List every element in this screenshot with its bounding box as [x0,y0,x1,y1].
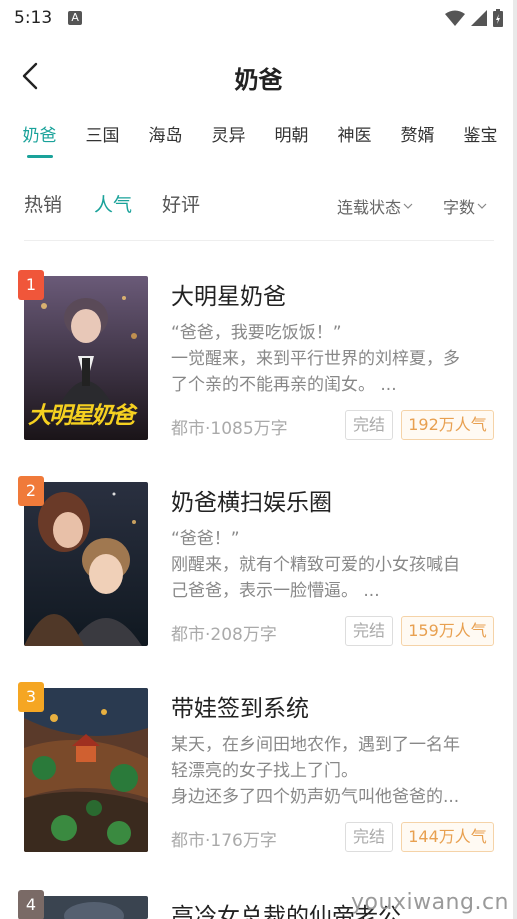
book-description: 某天，在乡间田地农作，遇到了一名年 轻漂亮的女子找上了门。 身边还多了四个奶声奶… [171,732,493,810]
desc-line: 身边还多了四个奶声奶气叫他爸爸的... [171,787,460,807]
book-item[interactable]: 2 奶爸横扫娱乐圈 “爸爸！” 刚醒来，就有个精致可爱的小女孩喊自 己爸爸，表示… [0,476,517,652]
status-icons [445,9,503,27]
chevron-down-icon [477,203,487,209]
rank-badge: 3 [18,682,44,712]
chevron-down-icon [403,203,413,209]
category-tabs: 奶爸 三国 海岛 灵异 明朝 神医 赘婿 鉴宝 [0,118,517,162]
tab-mingchao[interactable]: 明朝 [260,118,323,162]
book-meta: 都市·1085万字 [171,419,288,439]
wifi-icon [445,10,465,26]
status-tag: 完结 [345,822,393,852]
book-meta: 都市·208万字 [171,625,277,645]
popularity-tag: 144万人气 [401,822,494,852]
rank-badge: 4 [18,890,44,919]
popularity-tag: 192万人气 [401,410,494,440]
sort-popular[interactable]: 人气 [94,190,132,217]
book-cover[interactable] [24,482,148,646]
book-cover[interactable] [24,688,148,852]
tab-sanguo[interactable]: 三国 [71,118,134,162]
tab-shenyi[interactable]: 神医 [323,118,386,162]
words-dropdown-label: 字数 [443,198,476,217]
sort-rating[interactable]: 好评 [162,190,200,217]
book-item[interactable]: 1 大明星奶爸 大明星奶爸 “爸爸，我要吃饭饭！” 一觉醒来，来到平行世界的刘梓… [0,270,517,446]
rank-badge: 1 [18,270,44,300]
edge-strip [513,0,517,919]
watermark: youxiwang.cn [351,890,509,915]
status-time: 5:13 [14,8,53,28]
rank-badge: 2 [18,476,44,506]
desc-line: 一觉醒来，来到平行世界的刘梓夏，多 [171,349,460,369]
notification-icon: A [68,11,83,25]
book-title: 大明星奶爸 [171,284,286,310]
book-description: “爸爸，我要吃饭饭！” 一觉醒来，来到平行世界的刘梓夏，多 了个亲的不能再亲的闺… [171,320,493,398]
book-item[interactable]: 3 带娃签到系统 某天，在乡间田地农作，遇到了一名年 轻漂亮的女子找上了门。 身… [0,682,517,858]
tab-jianbao[interactable]: 鉴宝 [449,118,512,162]
book-title: 带娃签到系统 [171,696,309,722]
desc-line: 己爸爸，表示一脸懵逼。 ... [171,581,380,601]
signal-icon [471,10,487,26]
status-dropdown[interactable]: 连载状态 [337,194,413,218]
page-title: 奶爸 [234,66,283,94]
header: 奶爸 [0,48,517,104]
cover-title-text: 大明星奶爸 [28,403,135,429]
filter-bar: 热销 人气 好评 连载状态 字数 [0,186,517,226]
sort-hot[interactable]: 热销 [24,190,62,217]
words-dropdown[interactable]: 字数 [443,194,487,218]
desc-line: 了个亲的不能再亲的闺女。 ... [171,375,397,395]
tab-haidao[interactable]: 海岛 [134,118,197,162]
desc-line: “爸爸！” [171,529,240,549]
popularity-tag: 159万人气 [401,616,494,646]
tab-zhuixu[interactable]: 赘婿 [386,118,449,162]
desc-line: 某天，在乡间田地农作，遇到了一名年 [171,735,460,755]
tab-lingyi[interactable]: 灵异 [197,118,260,162]
book-description: “爸爸！” 刚醒来，就有个精致可爱的小女孩喊自 己爸爸，表示一脸懵逼。 ... [171,526,493,604]
divider [24,240,494,241]
desc-line: 刚醒来，就有个精致可爱的小女孩喊自 [171,555,460,575]
book-title: 奶爸横扫娱乐圈 [171,490,332,516]
book-meta: 都市·176万字 [171,831,277,851]
status-tag: 完结 [345,410,393,440]
status-dropdown-label: 连载状态 [337,198,402,217]
tab-naiba[interactable]: 奶爸 [8,118,71,162]
battery-icon [493,9,503,27]
desc-line: “爸爸，我要吃饭饭！” [171,323,342,343]
desc-line: 轻漂亮的女子找上了门。 [171,761,358,781]
status-bar: 5:13 A [0,0,517,36]
book-cover[interactable]: 大明星奶爸 [24,276,148,440]
status-tag: 完结 [345,616,393,646]
